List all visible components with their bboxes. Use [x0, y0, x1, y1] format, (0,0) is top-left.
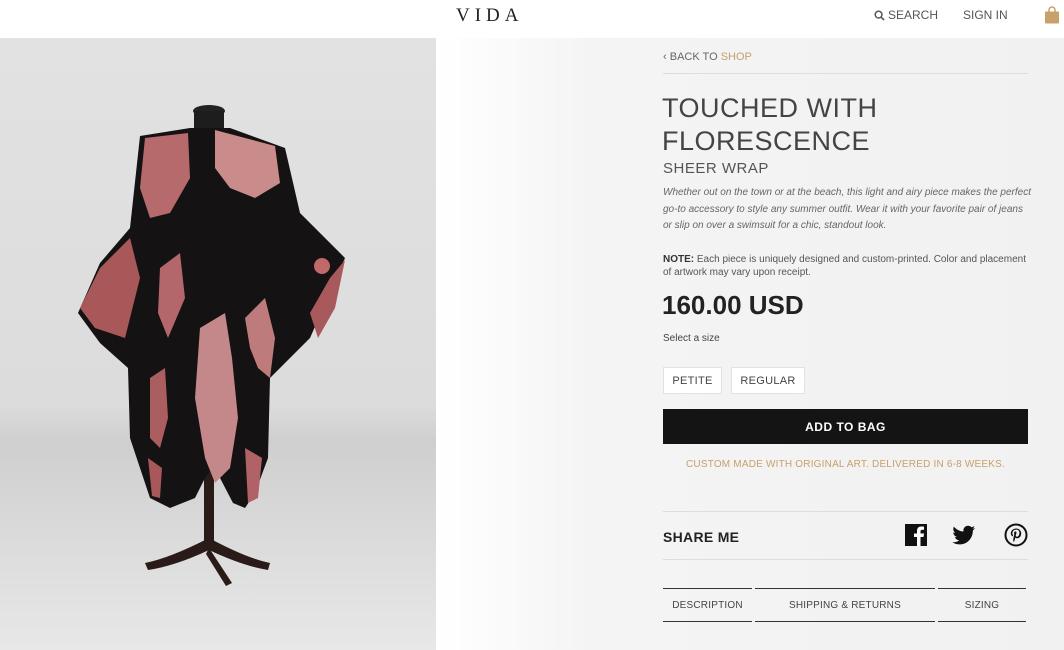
product-image [0, 38, 436, 650]
pinterest-icon[interactable] [1004, 523, 1028, 547]
search-icon [874, 9, 885, 21]
twitter-icon[interactable] [952, 523, 976, 547]
product-note: NOTE: Each piece is uniquely designed an… [663, 253, 1031, 279]
product-subtitle: SHEER WRAP [663, 160, 769, 177]
divider [663, 559, 1028, 560]
select-size-label: Select a size [663, 333, 720, 344]
add-to-bag-button[interactable]: ADD TO BAG [663, 409, 1028, 444]
tab-sizing[interactable]: SIZING [938, 588, 1026, 622]
sign-in-link[interactable]: SIGN IN [963, 8, 1008, 22]
share-label: SHARE ME [663, 529, 740, 545]
shopping-bag-icon[interactable] [1044, 6, 1060, 24]
facebook-icon[interactable] [904, 523, 928, 547]
search-label: SEARCH [888, 8, 939, 22]
note-label: NOTE: [663, 254, 695, 265]
divider [663, 73, 1028, 74]
note-text: Each piece is uniquely designed and cust… [663, 254, 1026, 278]
product-price: 160.00 USD [662, 290, 804, 320]
delivery-note: CUSTOM MADE WITH ORIGINAL ART. DELIVERED… [685, 459, 1005, 470]
shop-label: SHOP [720, 51, 752, 63]
size-regular-button[interactable]: REGULAR [731, 367, 805, 394]
back-label: BACK TO [669, 51, 718, 63]
divider [663, 511, 1028, 512]
size-petite-button[interactable]: PETITE [663, 367, 722, 394]
tab-description[interactable]: DESCRIPTION [663, 588, 752, 622]
top-header: VIDA SEARCH SIGN IN [0, 0, 1064, 38]
back-to-shop-link[interactable]: ‹ BACK TO SHOP [663, 51, 752, 63]
tab-shipping-returns[interactable]: SHIPPING & RETURNS [755, 588, 935, 622]
product-title: TOUCHED WITH FLORESCENCE [662, 93, 878, 156]
chevron-left-icon: ‹ [663, 51, 667, 63]
wrap-on-mannequin-image [78, 105, 345, 586]
product-description: Whether out on the town or at the beach,… [663, 187, 1031, 231]
search-link[interactable]: SEARCH [874, 8, 938, 22]
vida-logo[interactable]: VIDA [456, 5, 524, 27]
